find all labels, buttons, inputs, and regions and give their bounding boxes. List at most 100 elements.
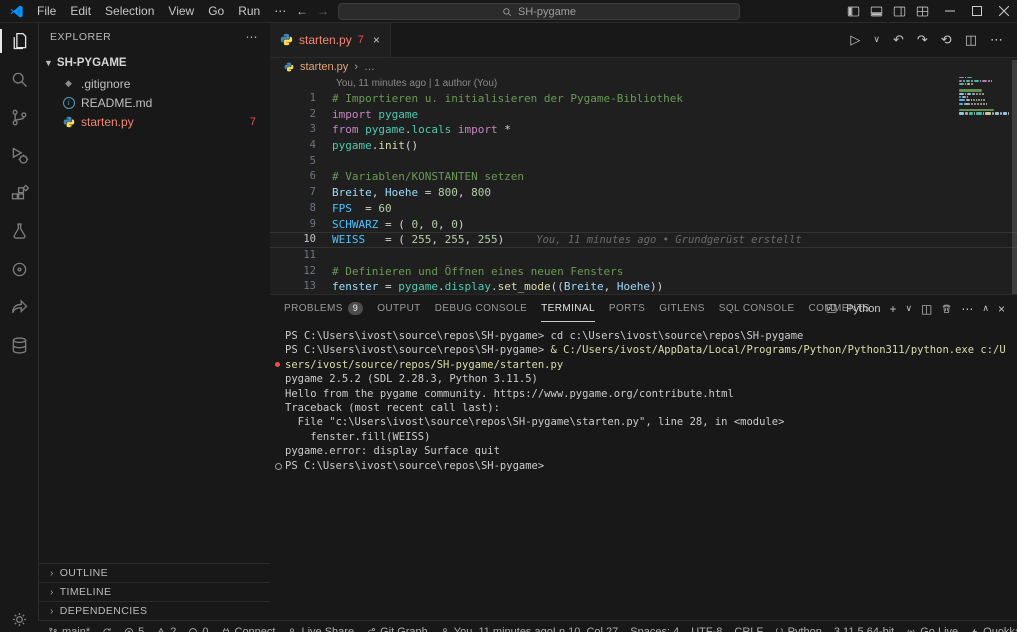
close-panel-icon[interactable]: × [998, 302, 1005, 316]
extensions-icon[interactable] [0, 174, 38, 212]
toggle-secondary-sidebar-icon[interactable] [893, 5, 906, 18]
status-3-11-5-64-bit[interactable]: 3.11.5 64-bit [834, 626, 894, 632]
code-line-10[interactable]: 10WEISS = ( 255, 255, 255)You, 11 minute… [270, 232, 1017, 248]
code-line-1[interactable]: 1# Importieren u. initialisieren der Pyg… [270, 91, 1017, 107]
timeline-icon[interactable]: ⟲ [941, 32, 952, 48]
code-editor[interactable]: You, 11 minutes ago | 1 author (You) 1# … [270, 77, 1017, 295]
status-live-share[interactable]: Live Share [287, 626, 354, 632]
kill-terminal-icon[interactable] [941, 303, 952, 314]
code-line-9[interactable]: 9SCHWARZ = ( 0, 0, 0) [270, 217, 1017, 233]
file-item-readme[interactable]: i README.md [38, 93, 270, 112]
menu-selection[interactable]: Selection [98, 0, 161, 22]
terminal-shell-label[interactable]: Python [846, 303, 880, 315]
code-line-5[interactable]: 5 [270, 154, 1017, 170]
code-line-11[interactable]: 11 [270, 248, 1017, 264]
more-actions-icon[interactable]: ⋯ [990, 32, 1003, 48]
search-icon[interactable] [0, 60, 38, 98]
run-python-file-button[interactable]: ▷ [850, 32, 860, 48]
source-control-icon[interactable] [0, 98, 38, 136]
panel-tab-gitlens[interactable]: GITLENS [659, 295, 705, 322]
terminal-output[interactable]: PS C:\Users\ivost\source\repos\SH-pygame… [270, 323, 1017, 620]
back-arrow-icon[interactable]: ← [296, 4, 308, 18]
settings-gear-icon[interactable] [0, 600, 38, 632]
status-utf-8[interactable]: UTF-8 [691, 626, 722, 632]
database-icon[interactable] [0, 326, 38, 364]
menu-file[interactable]: File [30, 0, 63, 22]
breadcrumb[interactable]: starten.py › … [270, 57, 1017, 77]
section-timeline[interactable]: ›TIMELINE [38, 582, 270, 601]
close-tab-icon[interactable]: × [373, 33, 380, 47]
terminal-dropdown-icon[interactable]: ∨ [905, 303, 912, 314]
file-item-gitignore[interactable]: ◆ .gitignore [38, 74, 270, 93]
section-outline[interactable]: ›OUTLINE [38, 563, 270, 582]
forward-arrow-icon[interactable]: → [317, 4, 329, 18]
code-line-13[interactable]: 13fenster = pygame.display.set_mode((Bre… [270, 279, 1017, 295]
status-quokka[interactable]: Quokka [970, 626, 1017, 632]
testing-icon[interactable] [0, 212, 38, 250]
close-button[interactable] [990, 0, 1017, 22]
explorer-more-actions-icon[interactable]: ⋯ [246, 30, 259, 44]
panel-tab-ports[interactable]: PORTS [609, 295, 645, 322]
maximize-button[interactable] [963, 0, 990, 22]
chevron-down-icon: ▼ [44, 58, 53, 68]
explorer-icon[interactable] [0, 22, 38, 60]
panel-tab-problems[interactable]: PROBLEMS9 [284, 295, 363, 322]
live-share-icon[interactable] [0, 288, 38, 326]
split-terminal-icon[interactable]: ◫ [921, 302, 932, 316]
status-5[interactable]: 5 [124, 626, 144, 632]
go-forward-icon[interactable]: ↷ [917, 32, 928, 48]
menu-edit[interactable]: Edit [63, 0, 98, 22]
minimap[interactable] [959, 77, 1009, 116]
code-line-7[interactable]: 7Breite, Hoehe = 800, 800 [270, 185, 1017, 201]
status-spaces-4[interactable]: Spaces: 4 [630, 626, 679, 632]
status-main[interactable]: main* [48, 626, 90, 632]
code-line-12[interactable]: 12# Definieren und Öffnen eines neuen Fe… [270, 264, 1017, 280]
project-root-folder[interactable]: ▼ SH-PYGAME [38, 52, 270, 74]
section-dependencies[interactable]: ›DEPENDENCIES [38, 601, 270, 620]
menu-run[interactable]: Run [231, 0, 267, 22]
split-editor-icon[interactable]: ◫ [965, 32, 977, 48]
status-bar: main* 5 2 0 Connect Live Share Git Graph You, 1… [38, 620, 1017, 632]
panel-tab-debug-console[interactable]: DEBUG CONSOLE [435, 295, 527, 322]
menu-more[interactable]: ⋯ [267, 0, 293, 22]
run-debug-icon[interactable] [0, 136, 38, 174]
line-number: 9 [270, 217, 332, 233]
status-git-graph[interactable]: Git Graph [366, 626, 428, 632]
panel-more-icon[interactable]: ⋯ [961, 302, 973, 316]
code-line-3[interactable]: 3from pygame.locals import * [270, 122, 1017, 138]
maximize-panel-icon[interactable]: ∧ [982, 303, 989, 314]
status-python[interactable]: { }Python [775, 626, 822, 632]
panel-tab-sql-console[interactable]: SQL CONSOLE [719, 295, 795, 322]
command-center-search[interactable]: SH-pygame [338, 3, 740, 20]
code-line-8[interactable]: 8FPS = 60 [270, 201, 1017, 217]
customize-layout-icon[interactable] [916, 5, 929, 18]
status-you-11-minutes-ago[interactable]: You, 11 minutes ago [440, 626, 553, 632]
status-2[interactable]: 2 [156, 626, 176, 632]
status-connect[interactable]: Connect [221, 626, 276, 632]
toggle-sidebar-icon[interactable] [847, 5, 860, 18]
status-crlf[interactable]: CRLF [734, 626, 763, 632]
jupyter-icon[interactable] [0, 250, 38, 288]
toggle-panel-icon[interactable] [870, 5, 883, 18]
panel-tab-terminal[interactable]: TERMINAL [541, 295, 595, 322]
go-back-icon[interactable]: ↶ [893, 32, 904, 48]
line-text: import pygame [332, 107, 418, 123]
run-dropdown-icon[interactable]: ∨ [873, 34, 880, 45]
menu-view[interactable]: View [161, 0, 201, 22]
minimize-button[interactable] [936, 0, 963, 22]
status-0[interactable]: 0 [188, 626, 208, 632]
code-line-2[interactable]: 2import pygame [270, 107, 1017, 123]
code-line-4[interactable]: 4pygame.init() [270, 138, 1017, 154]
codelens-annotation[interactable]: You, 11 minutes ago | 1 author (You) [270, 77, 1017, 91]
menu-go[interactable]: Go [201, 0, 231, 22]
panel-tab-output[interactable]: OUTPUT [377, 295, 421, 322]
status-ln-10-col-27[interactable]: Ln 10, Col 27 [553, 626, 618, 632]
line-number: 1 [270, 91, 332, 107]
file-item-starten-py[interactable]: starten.py 7 [38, 112, 270, 131]
status-sync-icon[interactable] [102, 627, 112, 632]
code-line-6[interactable]: 6# Variablen/KONSTANTEN setzen [270, 169, 1017, 185]
tab-starten-py[interactable]: starten.py 7 × [270, 22, 391, 57]
editor-scrollbar[interactable] [1012, 60, 1017, 310]
new-terminal-icon[interactable]: + [889, 302, 896, 316]
status-go-live[interactable]: Go Live [906, 626, 958, 632]
